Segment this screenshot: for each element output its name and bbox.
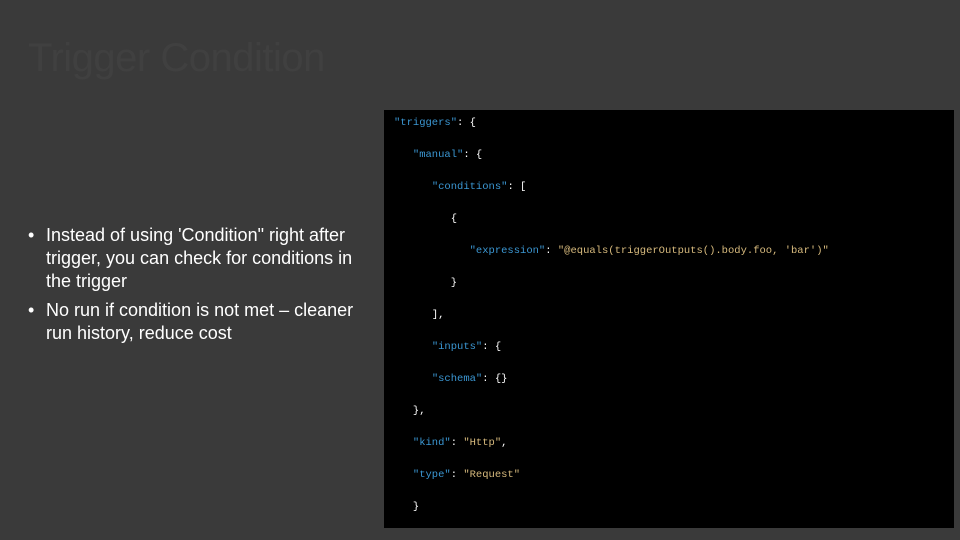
bullet-item: Instead of using 'Condition" right after… xyxy=(28,224,376,293)
bullet-list: Instead of using 'Condition" right after… xyxy=(28,224,376,351)
code-content: "triggers": { "manual": { "conditions": … xyxy=(394,118,944,528)
bullet-item: No run if condition is not met – cleaner… xyxy=(28,299,376,345)
code-block: "triggers": { "manual": { "conditions": … xyxy=(384,110,954,528)
slide-title: Trigger Condition xyxy=(28,36,325,81)
